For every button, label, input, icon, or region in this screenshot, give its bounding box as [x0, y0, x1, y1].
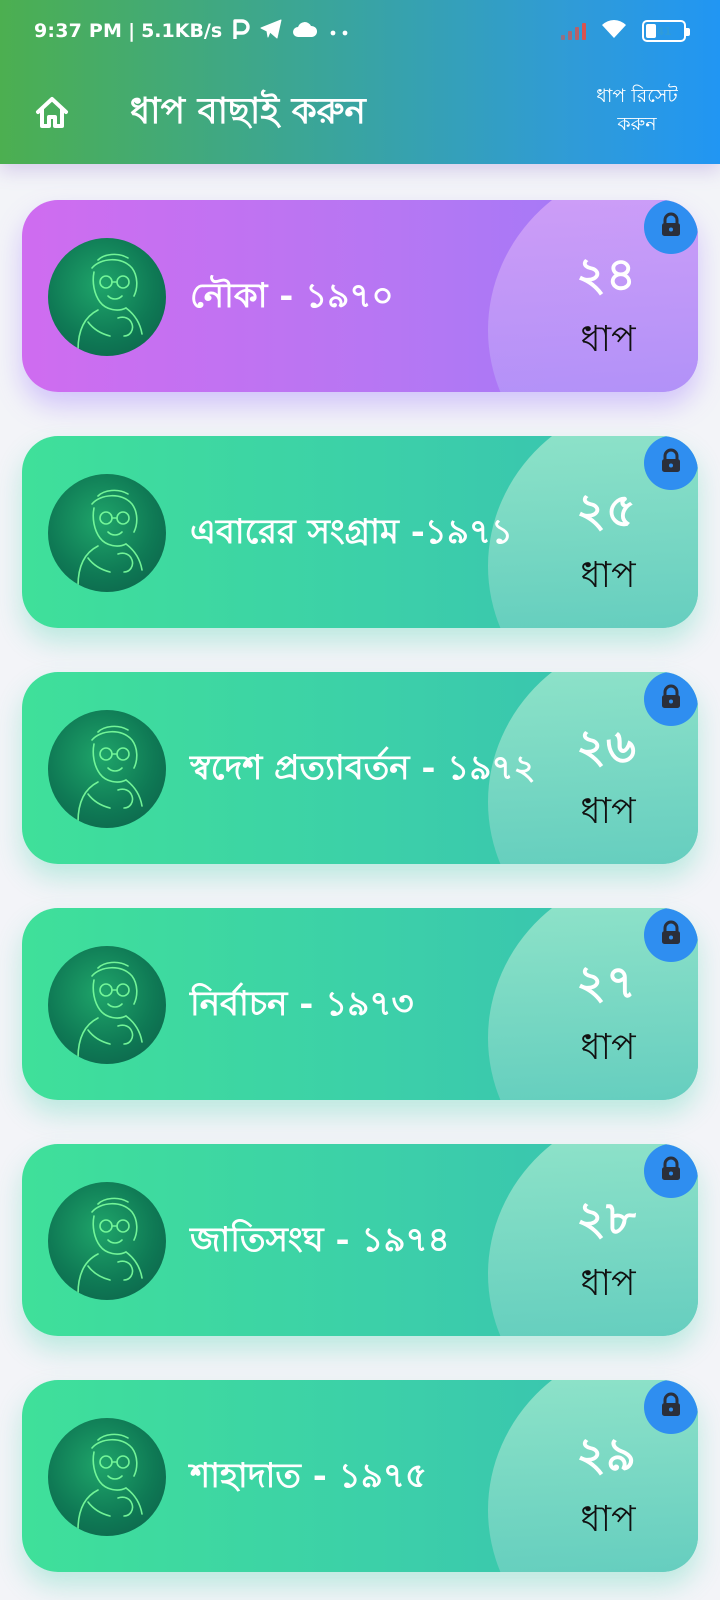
- lock-badge: [644, 908, 698, 962]
- network-speed: 5.1KB/s: [141, 20, 223, 42]
- reset-label-line1: ধাপ রিসেট: [596, 85, 678, 107]
- level-label: ধাপ: [580, 1263, 636, 1304]
- lock-badge: [644, 672, 698, 726]
- level-number: ২৪: [576, 247, 636, 301]
- lock-badge: [644, 1380, 698, 1434]
- notification-icons: [232, 18, 354, 45]
- lock-icon: [659, 920, 683, 950]
- level-title: নির্বাচন - ১৯৭৩: [190, 984, 414, 1024]
- lock-icon: [659, 448, 683, 478]
- level-card[interactable]: শাহাদাত - ১৯৭৫ ২৯ ধাপ: [22, 1380, 698, 1572]
- page-title: ধাপ বাছাই করুন: [130, 90, 366, 132]
- level-title: এবারের সংগ্রাম -১৯৭১: [190, 512, 514, 552]
- portrait-avatar: [48, 946, 166, 1064]
- level-number: ২৯: [576, 1427, 636, 1481]
- more-dots-icon: [328, 21, 354, 42]
- portrait-avatar: [48, 1182, 166, 1300]
- level-number: ২৬: [576, 719, 636, 773]
- level-card[interactable]: এবারের সংগ্রাম -১৯৭১ ২৫ ধাপ: [22, 436, 698, 628]
- reset-label-line2: করুন: [617, 113, 657, 135]
- p-app-icon: [232, 18, 250, 45]
- level-card[interactable]: নির্বাচন - ১৯৭৩ ২৭ ধাপ: [22, 908, 698, 1100]
- lock-badge: [644, 1144, 698, 1198]
- lock-icon: [659, 684, 683, 714]
- lock-badge: [644, 200, 698, 254]
- lock-badge: [644, 436, 698, 490]
- signal-icon: [561, 22, 586, 40]
- wifi-icon: [600, 18, 628, 45]
- status-separator: |: [128, 20, 136, 42]
- system-icons: 41: [561, 18, 690, 45]
- battery-icon: 41: [642, 20, 690, 42]
- level-title: নৌকা - ১৯৭০: [190, 276, 394, 316]
- cloud-icon: [292, 20, 318, 43]
- level-title: স্বদেশ প্রত্যাবর্তন - ১৯৭২: [190, 748, 536, 788]
- level-title: শাহাদাত - ১৯৭৫: [190, 1456, 428, 1496]
- level-card[interactable]: স্বদেশ প্রত্যাবর্তন - ১৯৭২ ২৬ ধাপ: [22, 672, 698, 864]
- level-number: ২৭: [576, 955, 636, 1009]
- reset-levels-button[interactable]: ধাপ রিসেট করুন: [582, 82, 692, 138]
- level-card[interactable]: নৌকা - ১৯৭০ ২৪ ধাপ: [22, 200, 698, 392]
- portrait-avatar: [48, 710, 166, 828]
- status-time: 9:37 PM: [34, 20, 123, 42]
- home-button[interactable]: [28, 88, 76, 136]
- app-bar: ধাপ বাছাই করুন ধাপ রিসেট করুন: [0, 62, 720, 164]
- portrait-avatar: [48, 238, 166, 356]
- portrait-avatar: [48, 474, 166, 592]
- level-label: ধাপ: [580, 1499, 636, 1540]
- level-label: ধাপ: [580, 319, 636, 360]
- portrait-avatar: [48, 1418, 166, 1536]
- lock-icon: [659, 1392, 683, 1422]
- lock-icon: [659, 212, 683, 242]
- telegram-icon: [260, 19, 282, 44]
- top-bar: 9:37 PM | 5.1KB/s 41 ধাপ বাছাই করুন ধাপ …: [0, 0, 720, 164]
- status-bar: 9:37 PM | 5.1KB/s 41: [0, 0, 720, 62]
- level-label: ধাপ: [580, 1027, 636, 1068]
- level-title: জাতিসংঘ - ১৯৭৪: [190, 1220, 450, 1260]
- lock-icon: [659, 1156, 683, 1186]
- level-card[interactable]: জাতিসংঘ - ১৯৭৪ ২৮ ধাপ: [22, 1144, 698, 1336]
- home-icon: [36, 97, 68, 128]
- level-list: নৌকা - ১৯৭০ ২৪ ধাপ এবারের সংগ্রাম -১৯৭১ ২৫ ধা…: [0, 164, 720, 1600]
- level-number: ২৫: [576, 483, 636, 537]
- level-number: ২৮: [576, 1191, 636, 1245]
- battery-level: 41: [656, 24, 672, 38]
- level-label: ধাপ: [580, 555, 636, 596]
- level-label: ধাপ: [580, 791, 636, 832]
